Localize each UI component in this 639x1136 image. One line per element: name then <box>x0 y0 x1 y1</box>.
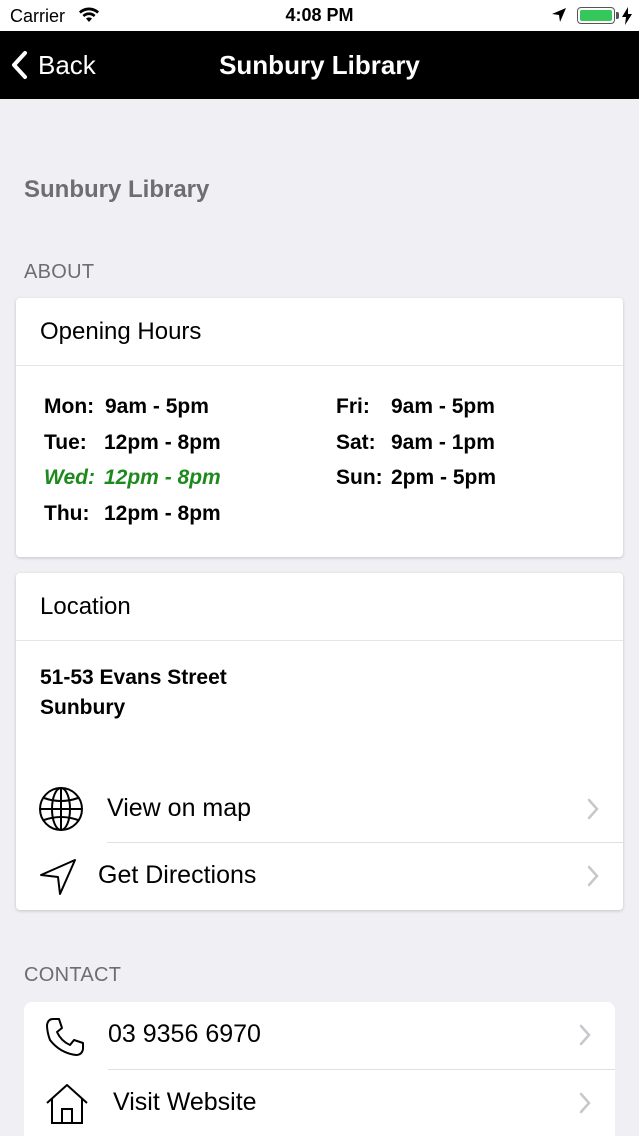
home-icon <box>46 1084 88 1124</box>
phone-row[interactable]: 03 9356 6970 <box>24 1002 615 1068</box>
visit-website-row[interactable]: Visit Website <box>24 1070 615 1136</box>
hours-row-fri: Fri: 9am - 5pm <box>336 395 495 418</box>
battery-icon <box>577 7 615 24</box>
get-directions-row[interactable]: Get Directions <box>16 843 623 909</box>
phone-number: 03 9356 6970 <box>108 1020 261 1048</box>
chevron-left-icon <box>12 51 27 79</box>
back-label: Back <box>38 49 96 80</box>
hours-row-wed-today: Wed: 12pm - 8pm <box>44 466 221 489</box>
view-on-map-label: View on map <box>107 794 252 822</box>
location-arrow-icon <box>551 7 567 28</box>
contact-card: 03 9356 6970 Visit Website <box>24 1002 615 1136</box>
chevron-right-icon <box>587 798 599 820</box>
hours-row-thu: Thu: 12pm - 8pm <box>44 502 221 525</box>
visit-website-label: Visit Website <box>113 1088 257 1116</box>
back-button[interactable]: Back <box>10 31 96 99</box>
hours-row-mon: Mon: 9am - 5pm <box>44 395 209 418</box>
address-block: 51-53 Evans Street Sunbury <box>40 663 227 723</box>
status-time: 4:08 PM <box>285 5 354 25</box>
phone-icon <box>46 1018 84 1056</box>
page-title: Sunbury Library <box>24 176 210 203</box>
section-header-about: ABOUT <box>24 261 95 283</box>
address-line-1: 51-53 Evans Street <box>40 666 227 689</box>
battery-cap <box>616 12 619 19</box>
view-on-map-row[interactable]: View on map <box>16 776 623 842</box>
navigation-arrow-icon <box>40 859 76 895</box>
globe-icon <box>39 787 83 831</box>
charging-bolt-icon <box>621 7 633 30</box>
chevron-right-icon <box>579 1092 591 1114</box>
get-directions-label: Get Directions <box>98 861 257 889</box>
chevron-right-icon <box>587 865 599 887</box>
hours-row-sun: Sun: 2pm - 5pm <box>336 466 497 489</box>
hours-row-tue: Tue: 12pm - 8pm <box>44 431 221 454</box>
navigation-bar: Sunbury Library Back <box>0 31 639 99</box>
address-line-2: Sunbury <box>40 696 126 719</box>
status-bar: Carrier 4:08 PM <box>0 0 639 31</box>
location-title: Location <box>16 573 623 641</box>
location-card: Location 51-53 Evans Street Sunbury View… <box>16 573 623 910</box>
chevron-right-icon <box>579 1024 591 1046</box>
hours-row-sat: Sat: 9am - 1pm <box>336 431 495 454</box>
section-header-contact: CONTACT <box>24 964 122 986</box>
opening-hours-title: Opening Hours <box>16 298 623 366</box>
opening-hours-card: Opening Hours Mon: 9am - 5pm Tue: 12pm - 8… <box>16 298 623 557</box>
